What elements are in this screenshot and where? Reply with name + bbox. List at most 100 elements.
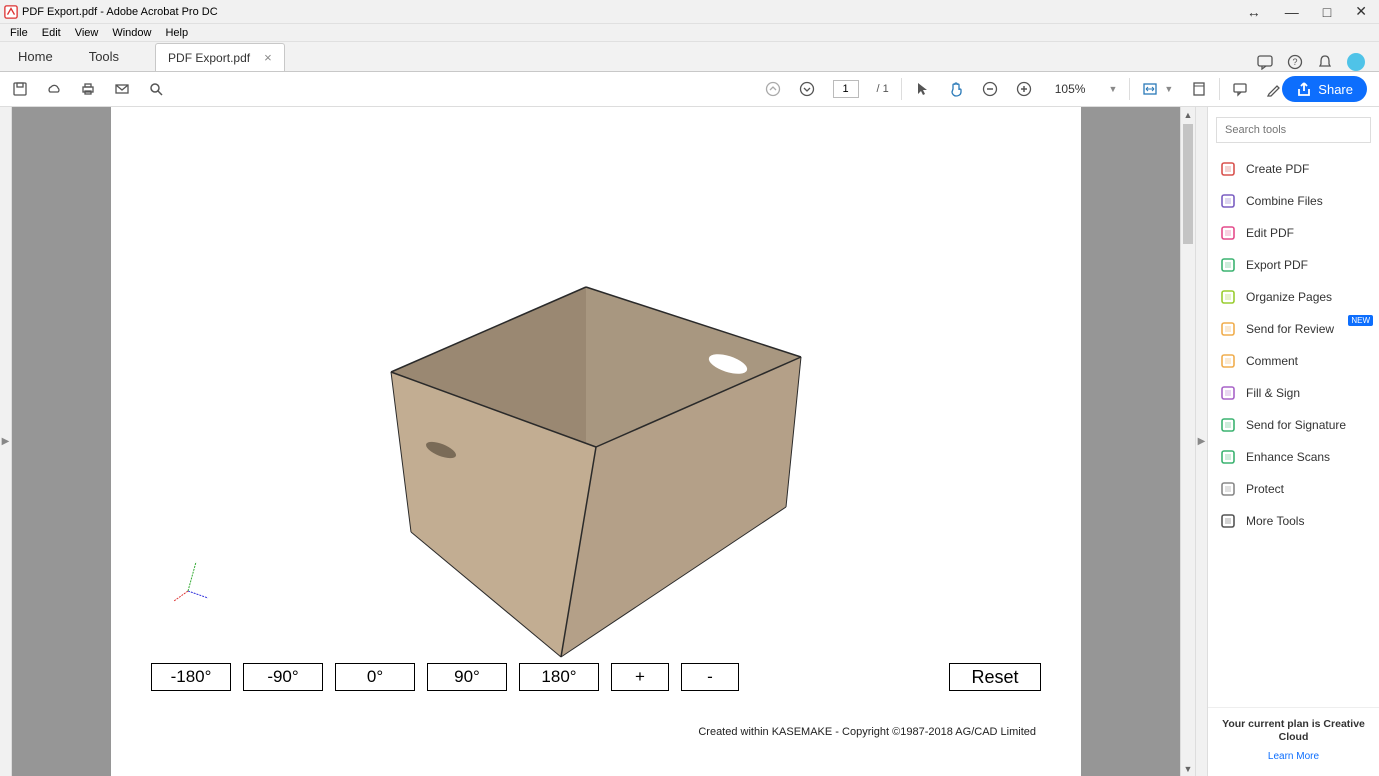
tool-label: Send for Review	[1246, 322, 1334, 336]
tool-label: Comment	[1246, 354, 1298, 368]
tool-item-enhance-scans[interactable]: Enhance Scans	[1208, 441, 1379, 473]
fit-page-icon[interactable]	[1191, 81, 1207, 97]
tool-item-more-tools[interactable]: More Tools	[1208, 505, 1379, 537]
tool-label: Send for Signature	[1246, 418, 1346, 432]
menu-edit[interactable]: Edit	[36, 26, 67, 40]
tool-item-edit-pdf[interactable]: Edit PDF	[1208, 217, 1379, 249]
left-rail-toggle[interactable]: ▶	[0, 107, 12, 776]
page-total: / 1	[877, 83, 889, 95]
learn-more-link[interactable]: Learn More	[1268, 751, 1319, 762]
tool-label: Fill & Sign	[1246, 386, 1300, 400]
page-up-icon[interactable]	[765, 81, 781, 97]
vertical-scrollbar[interactable]: ▲ ▼	[1180, 107, 1195, 776]
page-input[interactable]	[833, 80, 859, 98]
rotate-btn-180[interactable]: 180°	[519, 663, 599, 691]
credit-text: Created within KASEMAKE - Copyright ©198…	[698, 726, 1036, 738]
rotate-btn-0[interactable]: 0°	[335, 663, 415, 691]
zoom-minus-btn[interactable]: -	[681, 663, 739, 691]
tool-icon	[1220, 225, 1236, 241]
tab-home[interactable]: Home	[0, 41, 71, 71]
zoom-dropdown-icon[interactable]: ▼	[1108, 84, 1117, 94]
tool-item-send-for-review[interactable]: Send for Review NEW	[1208, 313, 1379, 345]
rotate-btn-neg180[interactable]: -180°	[151, 663, 231, 691]
tool-icon	[1220, 481, 1236, 497]
tool-item-send-for-signature[interactable]: Send for Signature	[1208, 409, 1379, 441]
tool-icon	[1220, 417, 1236, 433]
share-button[interactable]: Share	[1282, 76, 1367, 102]
toolbar: / 1 105% ▼ ▼ Share	[0, 72, 1379, 107]
tools-panel: Create PDF Combine Files Edit PDF Export PD…	[1207, 107, 1379, 776]
help-icon[interactable]: ?	[1287, 54, 1303, 70]
tool-icon	[1220, 353, 1236, 369]
svg-text:?: ?	[1292, 57, 1297, 67]
tool-item-comment[interactable]: Comment	[1208, 345, 1379, 377]
tool-icon	[1220, 385, 1236, 401]
menu-file[interactable]: File	[4, 26, 34, 40]
new-badge: NEW	[1348, 315, 1373, 326]
fit-dropdown-icon[interactable]: ▼	[1164, 84, 1173, 94]
mail-icon[interactable]	[114, 81, 130, 97]
scroll-down-icon[interactable]: ▼	[1181, 761, 1195, 776]
bell-icon[interactable]	[1317, 54, 1333, 70]
tool-item-protect[interactable]: Protect	[1208, 473, 1379, 505]
close-button[interactable]: ✕	[1355, 3, 1367, 20]
minimize-button[interactable]: —	[1285, 4, 1299, 20]
maximize-button[interactable]: □	[1323, 4, 1331, 20]
menu-window[interactable]: Window	[106, 26, 157, 40]
menu-view[interactable]: View	[69, 26, 105, 40]
save-icon[interactable]	[12, 81, 28, 97]
tab-document[interactable]: PDF Export.pdf ×	[155, 43, 285, 71]
tool-icon	[1220, 161, 1236, 177]
scroll-up-icon[interactable]: ▲	[1181, 107, 1195, 122]
zoom-level[interactable]: 105%	[1050, 80, 1091, 98]
scroll-thumb[interactable]	[1183, 124, 1193, 244]
tool-item-fill-sign[interactable]: Fill & Sign	[1208, 377, 1379, 409]
share-icon	[1296, 81, 1312, 97]
rotate-btn-90[interactable]: 90°	[427, 663, 507, 691]
right-rail-toggle[interactable]: ▶	[1195, 107, 1207, 776]
share-label: Share	[1318, 82, 1353, 97]
tool-item-create-pdf[interactable]: Create PDF	[1208, 153, 1379, 185]
tab-document-label: PDF Export.pdf	[168, 51, 250, 65]
plan-info: Your current plan is Creative Cloud Lear…	[1208, 707, 1379, 776]
tab-tools[interactable]: Tools	[71, 41, 137, 71]
comment-icon[interactable]	[1232, 81, 1248, 97]
tool-label: More Tools	[1246, 514, 1304, 528]
chat-icon[interactable]	[1257, 54, 1273, 70]
search-tools-input[interactable]	[1216, 117, 1371, 143]
document-viewport[interactable]: -180° -90° 0° 90° 180° + - Reset Created…	[12, 107, 1195, 776]
tabbar: Home Tools PDF Export.pdf × ?	[0, 42, 1379, 72]
plan-text: Your current plan is Creative Cloud	[1220, 718, 1367, 745]
hand-icon[interactable]	[948, 81, 964, 97]
tool-item-combine-files[interactable]: Combine Files	[1208, 185, 1379, 217]
acrobat-icon	[4, 5, 18, 19]
tool-label: Export PDF	[1246, 258, 1308, 272]
tab-close-icon[interactable]: ×	[264, 50, 272, 65]
highlight-icon[interactable]	[1266, 81, 1282, 97]
cloud-icon[interactable]	[46, 81, 62, 97]
tool-label: Combine Files	[1246, 194, 1323, 208]
menu-help[interactable]: Help	[159, 26, 194, 40]
tool-item-organize-pages[interactable]: Organize Pages	[1208, 281, 1379, 313]
tool-item-export-pdf[interactable]: Export PDF	[1208, 249, 1379, 281]
search-icon[interactable]	[148, 81, 164, 97]
snap-icon[interactable]: ↔	[1247, 4, 1261, 20]
rotate-btn-neg90[interactable]: -90°	[243, 663, 323, 691]
select-icon[interactable]	[914, 81, 930, 97]
fit-width-icon[interactable]	[1142, 81, 1158, 97]
box-3d-illustration	[356, 197, 856, 677]
zoom-in-icon[interactable]	[1016, 81, 1032, 97]
tool-label: Edit PDF	[1246, 226, 1294, 240]
zoom-plus-btn[interactable]: +	[611, 663, 669, 691]
tool-icon	[1220, 513, 1236, 529]
reset-btn[interactable]: Reset	[949, 663, 1041, 691]
page-down-icon[interactable]	[799, 81, 815, 97]
zoom-out-icon[interactable]	[982, 81, 998, 97]
tool-icon	[1220, 289, 1236, 305]
avatar[interactable]	[1347, 53, 1365, 71]
tool-icon	[1220, 449, 1236, 465]
menubar: File Edit View Window Help	[0, 24, 1379, 42]
tool-icon	[1220, 257, 1236, 273]
print-icon[interactable]	[80, 81, 96, 97]
tool-label: Protect	[1246, 482, 1284, 496]
